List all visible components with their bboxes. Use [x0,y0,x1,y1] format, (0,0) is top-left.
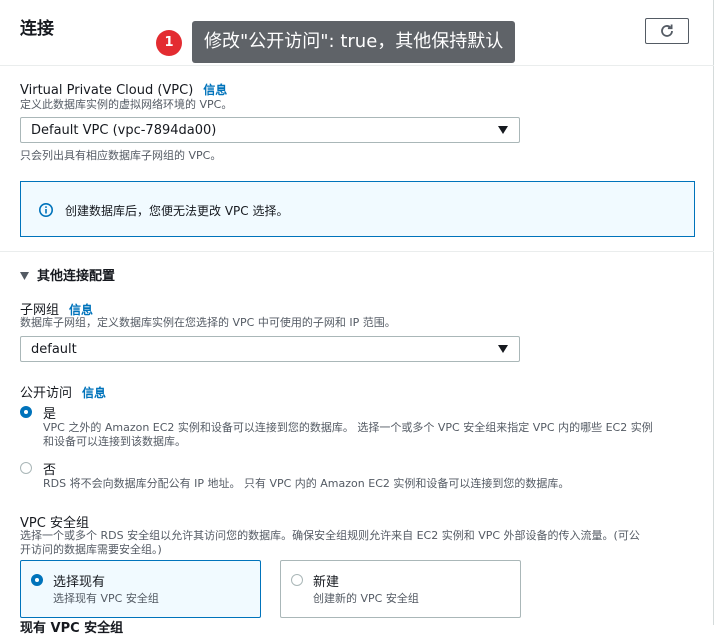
public-access-yes-desc-2: 和设备可以连接到该数据库。 [43,435,186,448]
info-circle-icon [39,203,53,217]
vpc-description: 定义此数据库实例的虚拟网络环境的 VPC。 [20,98,233,111]
public-access-yes-radio[interactable] [20,406,32,418]
public-access-info-link[interactable]: 信息 [82,386,106,400]
vpc-sg-description-2: 开访问的数据库需要安全组。) [20,543,162,556]
caret-down-icon [498,345,508,353]
public-access-no-desc: RDS 将不会向数据库分配公有 IP 地址。 只有 VPC 内的 Amazon … [43,477,570,490]
sg-create-new-desc: 创建新的 VPC 安全组 [313,592,419,605]
vpc-sg-description-1: 选择一个或多个 RDS 安全组以允许其访问您的数据库。确保安全组规则允许来自 E… [20,529,640,542]
sg-choose-existing-title: 选择现有 [53,575,106,590]
caret-down-icon [498,126,508,134]
panel-header: 连接 1 修改"公开访问": true，其他保持默认 [0,0,714,66]
subnet-select-value: default [31,342,77,357]
section-divider [0,251,714,252]
sg-choose-existing-desc: 选择现有 VPC 安全组 [53,592,159,605]
vpc-hint: 只会列出具有相应数据库子网组的 VPC。 [20,149,222,162]
section-title: 连接 [20,19,54,39]
sg-create-new-title: 新建 [313,575,340,590]
subnet-group-description: 数据库子网组，定义数据库实例在您选择的 VPC 中可使用的子网和 IP 范围。 [20,316,396,329]
public-access-no-radio[interactable] [20,462,32,474]
alert-text: 创建数据库后，您便无法更改 VPC 选择。 [65,204,289,218]
vpc-info-link[interactable]: 信息 [203,83,227,97]
public-access-yes-title: 是 [43,407,57,422]
caret-down-icon [20,272,29,280]
annotation-tooltip: 修改"公开访问": true，其他保持默认 [192,21,516,63]
public-access-no-title: 否 [43,463,57,478]
vpc-label: Virtual Private Cloud (VPC) 信息 [20,83,228,98]
vpc-select[interactable]: Default VPC (vpc-7894da00) [20,117,520,143]
refresh-button[interactable] [645,18,689,44]
subnet-group-select[interactable]: default [20,336,520,362]
existing-sg-label: 现有 VPC 安全组 [20,621,124,636]
sg-create-new-radio[interactable] [291,574,303,586]
sg-choose-existing-card[interactable]: 选择现有 选择现有 VPC 安全组 [20,560,261,618]
refresh-icon [661,24,673,37]
additional-config-expander[interactable]: 其他连接配置 [20,265,115,284]
connectivity-panel: 连接 1 修改"公开访问": true，其他保持默认 Virtual Priva… [0,0,714,636]
additional-config-label: 其他连接配置 [37,269,116,284]
sg-choose-existing-radio[interactable] [31,574,43,586]
sg-create-new-card[interactable]: 新建 创建新的 VPC 安全组 [280,560,521,618]
subnet-info-link[interactable]: 信息 [69,303,93,317]
public-access-label: 公开访问 信息 [20,386,107,401]
step-badge: 1 [156,30,182,56]
vpc-select-value: Default VPC (vpc-7894da00) [31,123,217,138]
public-access-yes-desc-1: VPC 之外的 Amazon EC2 实例和设备可以连接到您的数据库。 选择一个… [43,421,653,434]
vpc-info-alert: 创建数据库后，您便无法更改 VPC 选择。 [20,181,695,237]
